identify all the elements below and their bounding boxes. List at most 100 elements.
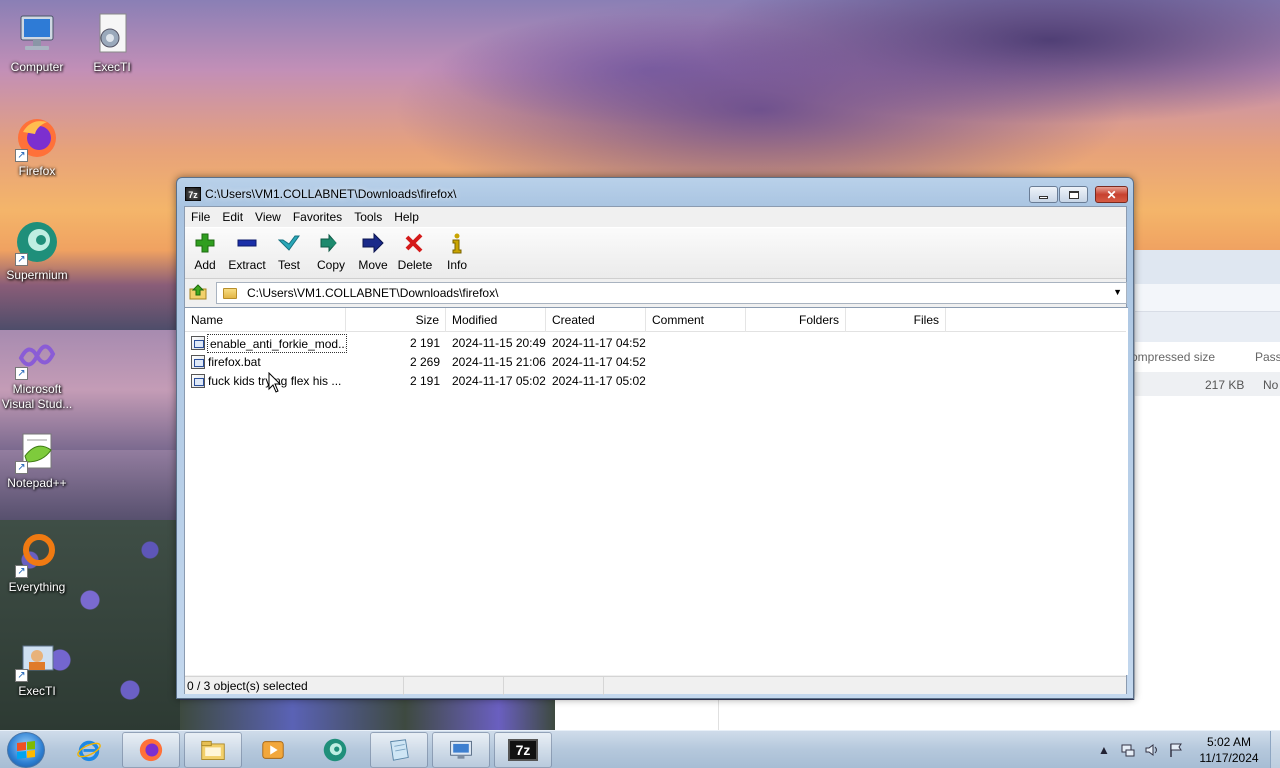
desktop-icon-everything[interactable]: ↗ Everything — [0, 530, 75, 595]
start-button[interactable] — [7, 732, 45, 768]
file-name: firefox.bat — [208, 355, 261, 369]
column-modified[interactable]: Modified — [446, 308, 546, 332]
column-folders[interactable]: Folders — [746, 308, 846, 332]
batch-file-icon — [191, 355, 205, 369]
desktop-icon-supermium[interactable]: ↗ Supermium — [0, 218, 75, 283]
double-arrow-icon — [311, 232, 351, 258]
background-column-compressed[interactable]: ompressed size — [1131, 350, 1215, 364]
taskbar-explorer[interactable] — [184, 732, 242, 768]
background-window[interactable]: ompressed size Passw 217 KB No — [1131, 250, 1280, 730]
desktop-icon-visual-studio[interactable]: ↗ Microsoft Visual Stud... — [0, 332, 75, 412]
file-modified: 2024-11-17 05:02 — [452, 374, 546, 388]
desktop-icon-label: Microsoft Visual Stud... — [1, 382, 73, 411]
computer-icon — [13, 10, 61, 58]
desktop-icon-label: Everything — [8, 580, 66, 594]
taskbar-firefox[interactable] — [122, 732, 180, 768]
taskbar-7zip[interactable]: 7z — [494, 732, 552, 768]
batch-file-icon — [191, 374, 205, 388]
desktop-icon-firefox[interactable]: ↗ Firefox — [0, 114, 75, 179]
clock[interactable]: 5:02 AM 11/17/2024 — [1188, 734, 1270, 766]
taskbar-notepad[interactable] — [370, 732, 428, 768]
status-cell-4 — [604, 677, 1126, 695]
taskbar-media-player[interactable] — [244, 732, 302, 768]
shortcut-arrow-icon: ↗ — [15, 461, 28, 474]
status-bar: 0 / 3 object(s) selected — [185, 676, 1126, 695]
column-created[interactable]: Created — [546, 308, 646, 332]
extract-label: Extract — [228, 258, 266, 272]
supermium-icon — [322, 737, 348, 763]
column-files[interactable]: Files — [846, 308, 946, 332]
window-titlebar[interactable]: 7z C:\Users\VM1.COLLABNET\Downloads\fire… — [185, 185, 456, 203]
desktop-icon-computer[interactable]: Computer — [0, 10, 75, 75]
network-icon[interactable] — [1120, 742, 1136, 758]
minimize-button[interactable] — [1029, 186, 1058, 203]
desktop-icon-label: Supermium — [6, 268, 68, 282]
shortcut-arrow-icon: ↗ — [15, 367, 28, 380]
table-row[interactable]: firefox.bat 2 269 2024-11-15 21:06 2024-… — [185, 353, 1126, 372]
desktop-icon-notepadpp[interactable]: ↗ Notepad++ — [0, 426, 75, 491]
media-player-icon — [260, 737, 286, 763]
background-row-password: No — [1263, 378, 1279, 392]
maximize-button[interactable] — [1059, 186, 1088, 203]
desktop-icon-execti[interactable]: ExecTI — [74, 10, 150, 75]
flag-icon[interactable] — [1168, 742, 1184, 758]
internet-explorer-icon — [76, 737, 102, 763]
firefox-icon: ↗ — [13, 114, 61, 162]
info-icon — [437, 232, 477, 258]
close-button[interactable]: ✕ — [1095, 186, 1128, 203]
window-title: C:\Users\VM1.COLLABNET\Downloads\firefox… — [205, 187, 457, 201]
explorer-folder-icon — [200, 737, 226, 763]
menu-tools[interactable]: Tools — [354, 210, 388, 224]
table-row[interactable]: fuck kids trying flex his ... 2 191 2024… — [185, 372, 1126, 391]
shortcut-arrow-icon: ↗ — [15, 565, 28, 578]
file-manager-window[interactable]: 7z C:\Users\VM1.COLLABNET\Downloads\fire… — [176, 177, 1134, 699]
status-cell-3 — [504, 677, 604, 695]
column-comment[interactable]: Comment — [646, 308, 746, 332]
x-icon — [395, 232, 435, 258]
taskbar-internet-explorer[interactable] — [60, 732, 118, 768]
info-button[interactable]: Info — [437, 232, 477, 272]
address-input[interactable]: C:\Users\VM1.COLLABNET\Downloads\firefox… — [216, 282, 1127, 304]
copy-button[interactable]: Copy — [311, 232, 351, 272]
menu-file[interactable]: File — [191, 210, 216, 224]
execti-file-icon — [88, 10, 136, 58]
background-window-addressbar — [1135, 312, 1280, 342]
chevron-up-icon[interactable]: ▲ — [1096, 742, 1112, 758]
info-label: Info — [446, 258, 467, 272]
list-header: Name Size Modified Created Comment Folde… — [185, 308, 1126, 332]
visual-studio-icon: ↗ — [13, 332, 61, 380]
menu-favorites[interactable]: Favorites — [293, 210, 348, 224]
desktop-icon-label: ExecTI — [18, 684, 56, 698]
chevron-down-icon[interactable]: ▼ — [1113, 287, 1122, 297]
taskbar-supermium[interactable] — [306, 732, 364, 768]
menu-help[interactable]: Help — [394, 210, 425, 224]
background-row-size: 217 KB — [1205, 378, 1245, 392]
test-button[interactable]: Test — [269, 232, 309, 272]
delete-button[interactable]: Delete — [395, 232, 435, 272]
move-button[interactable]: Move — [353, 232, 393, 272]
background-window-toolbar — [1135, 284, 1280, 312]
menu-edit[interactable]: Edit — [222, 210, 249, 224]
file-size: 2 191 — [409, 374, 440, 388]
background-column-password[interactable]: Passw — [1255, 350, 1280, 364]
up-folder-button[interactable] — [188, 283, 208, 303]
remote-desktop-icon — [448, 737, 474, 763]
add-label: Add — [194, 258, 216, 272]
menu-bar: File Edit View Favorites Tools Help — [185, 207, 1126, 226]
extract-button[interactable]: Extract — [227, 232, 267, 272]
check-icon — [269, 232, 309, 258]
column-size[interactable]: Size — [346, 308, 446, 332]
desktop-icon-execti-2[interactable]: ↗ ExecTI — [0, 634, 75, 699]
add-button[interactable]: Add — [185, 232, 225, 272]
table-row[interactable]: enable_anti_forkie_mod... 2 191 2024-11-… — [185, 334, 1126, 353]
taskbar-remote-desktop[interactable] — [432, 732, 490, 768]
menu-view[interactable]: View — [255, 210, 287, 224]
column-name[interactable]: Name — [185, 308, 346, 332]
system-tray: ▲ — [1096, 731, 1184, 768]
status-selection: 0 / 3 object(s) selected — [185, 677, 404, 695]
show-desktop-button[interactable] — [1270, 731, 1280, 768]
file-list[interactable]: Name Size Modified Created Comment Folde… — [185, 307, 1128, 675]
volume-icon[interactable] — [1144, 742, 1160, 758]
file-modified: 2024-11-15 21:06 — [452, 355, 546, 369]
desktop-icon-label: Notepad++ — [7, 476, 67, 490]
